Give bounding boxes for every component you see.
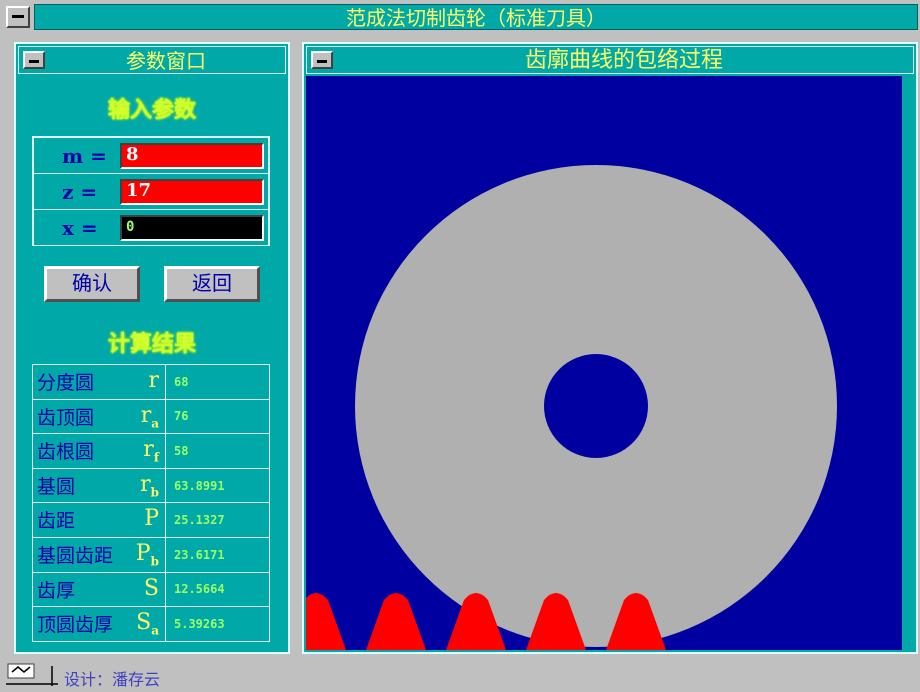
z-input[interactable]: 17 <box>120 179 264 205</box>
result-symbol-letter: r <box>140 402 152 428</box>
canvas-panel-title: 齿廓曲线的包络过程 <box>524 48 723 73</box>
result-symbol-letter: r <box>140 471 151 497</box>
result-name-cell: 分度圆 r <box>32 364 166 400</box>
input-row-m: m = 8 <box>33 137 269 174</box>
result-row: 齿根圆 rf 58 <box>32 433 270 469</box>
result-name-cell: 齿厚 S <box>32 571 166 608</box>
result-symbol: rb <box>140 472 159 499</box>
result-value: 63.8991 <box>165 467 270 504</box>
result-heading: 计算结果 <box>107 332 196 357</box>
result-row: 齿厚 S 12.5664 <box>32 571 270 608</box>
result-symbol: S <box>144 576 159 603</box>
result-symbol-letter: S <box>136 610 152 636</box>
result-name: 分度圆 <box>37 372 95 395</box>
input-heading: 输入参数 <box>107 98 196 123</box>
m-label: m = <box>62 144 107 168</box>
result-name-cell: 顶圆齿厚 Sa <box>32 606 166 642</box>
m-input[interactable]: 8 <box>120 143 264 169</box>
result-symbol-letter: P <box>144 506 159 532</box>
result-row: 基圆 rb 63.8991 <box>32 467 270 504</box>
footer-icon[interactable] <box>6 662 60 688</box>
result-symbol-letter: r <box>143 437 154 463</box>
result-value: 68 <box>165 364 270 400</box>
result-symbol: ra <box>141 403 159 430</box>
title-band: 范成法切制齿轮（标准刀具） <box>34 4 918 30</box>
result-symbol-subscript: a <box>151 416 159 431</box>
result-name-cell: 齿根圆 rf <box>32 433 166 469</box>
back-button[interactable]: 返回 <box>164 266 260 302</box>
params-panel: 参数窗口 输入参数 m = 8 z = 17 x = 0 确认 返回 计算结果 … <box>14 42 290 654</box>
result-value: 58 <box>165 433 270 469</box>
canvas-panel: 齿廓曲线的包络过程 <box>302 42 918 654</box>
params-panel-title: 参数窗口 <box>126 49 206 73</box>
input-row-z: z = 17 <box>33 173 269 210</box>
result-row: 顶圆齿厚 Sa 5.39263 <box>32 606 270 642</box>
result-name-cell: 基圆齿距 Pb <box>32 536 166 573</box>
result-symbol: P <box>144 506 159 533</box>
x-input[interactable]: 0 <box>120 215 264 241</box>
result-name: 基圆 <box>37 475 76 498</box>
confirm-button[interactable]: 确认 <box>44 266 140 302</box>
canvas-panel-header: 齿廓曲线的包络过程 <box>306 46 914 74</box>
result-symbol-subscript: a <box>151 623 159 638</box>
result-symbol-letter: S <box>143 575 159 601</box>
result-name-cell: 基圆 rb <box>32 467 166 504</box>
result-symbol-letter: r <box>148 368 159 394</box>
result-symbol-subscript: b <box>150 485 159 500</box>
result-value: 12.5664 <box>165 571 270 608</box>
result-symbol: r <box>148 368 159 395</box>
result-name: 齿根圆 <box>37 441 95 464</box>
params-panel-header: 参数窗口 <box>18 46 286 74</box>
result-name: 齿顶圆 <box>37 406 95 429</box>
result-row: 基圆齿距 Pb 23.6171 <box>32 536 270 573</box>
result-row: 齿距 P 25.1327 <box>32 502 270 538</box>
results-table: 分度圆 r 68 齿顶圆 ra 76 齿根圆 rf 58 基圆 rb 63.8991 齿距 P 25.132… <box>32 364 270 642</box>
result-row: 分度圆 r 68 <box>32 364 270 400</box>
z-label: z = <box>62 180 98 204</box>
system-menu-button[interactable] <box>6 6 30 28</box>
canvas-menu-button[interactable] <box>311 51 333 69</box>
result-symbol: Pb <box>136 541 159 568</box>
result-value: 25.1327 <box>165 502 270 538</box>
params-menu-button[interactable] <box>23 51 45 69</box>
result-name: 齿距 <box>37 510 76 533</box>
result-value: 23.6171 <box>165 536 270 573</box>
designer-credit: 设计：潘存云 <box>64 670 161 689</box>
result-row: 齿顶圆 ra 76 <box>32 398 270 435</box>
result-name: 齿厚 <box>37 579 76 602</box>
result-name-cell: 齿距 P <box>32 502 166 538</box>
result-name: 基圆齿距 <box>37 545 114 568</box>
input-table: m = 8 z = 17 x = 0 <box>32 136 270 246</box>
result-value: 76 <box>165 398 270 435</box>
result-symbol-subscript: b <box>150 554 159 569</box>
window-title-bar: 范成法切制齿轮（标准刀具） <box>0 0 920 32</box>
gear-bore <box>544 354 648 458</box>
result-name-cell: 齿顶圆 ra <box>32 398 166 435</box>
result-symbol-subscript: f <box>153 450 159 465</box>
result-symbol: Sa <box>136 610 159 637</box>
result-symbol-letter: P <box>135 541 151 567</box>
gear-drawing-canvas <box>306 76 902 650</box>
input-row-x: x = 0 <box>33 209 269 246</box>
result-name: 顶圆齿厚 <box>37 614 114 637</box>
result-value: 5.39263 <box>165 606 270 642</box>
window-title: 范成法切制齿轮（标准刀具） <box>346 6 606 30</box>
result-symbol: rf <box>143 437 159 464</box>
x-label: x = <box>62 216 98 240</box>
